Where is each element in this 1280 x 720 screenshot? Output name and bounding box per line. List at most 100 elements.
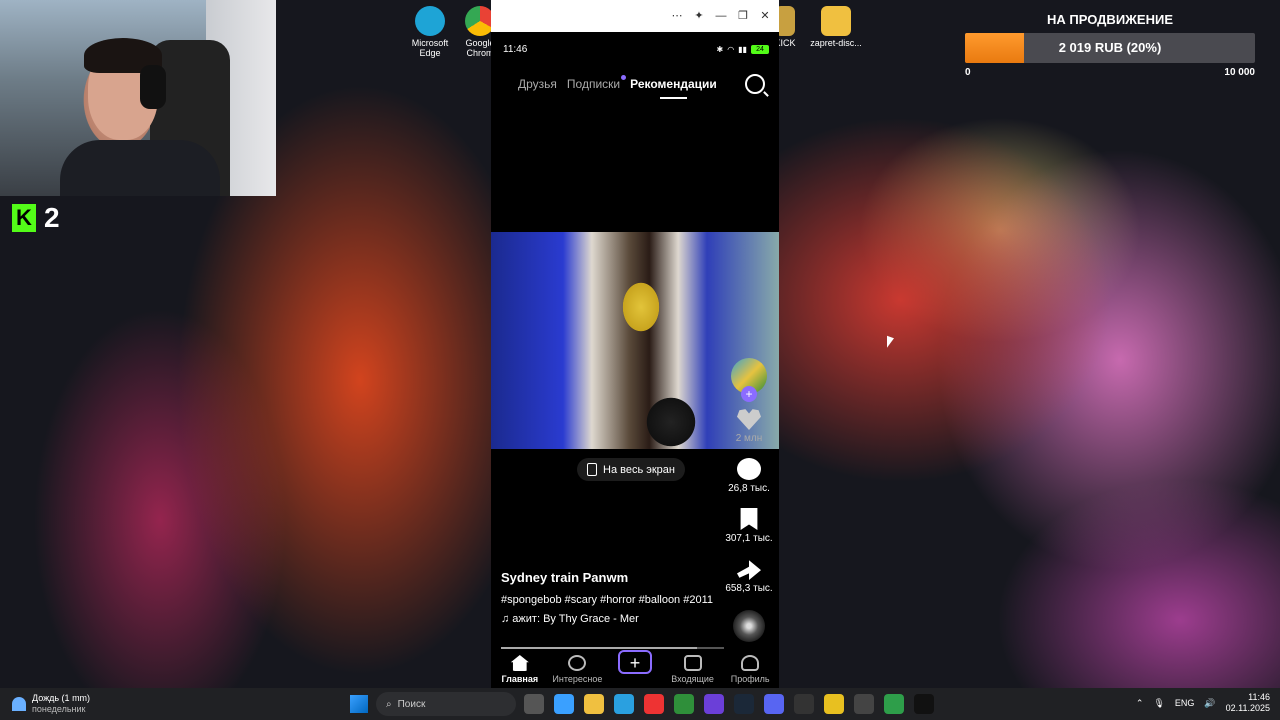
bookmark-icon	[740, 508, 758, 530]
windows-start-icon[interactable]	[350, 695, 368, 713]
share-icon	[737, 560, 761, 580]
wifi-icon: ◠	[727, 44, 735, 54]
donation-amount: 2 019 RUB (20%)	[1058, 40, 1162, 55]
plus-icon: +	[617, 650, 652, 674]
notification-dot	[621, 75, 627, 80]
taskbar-app-icon[interactable]	[794, 694, 814, 714]
pin-button[interactable]: ✦	[691, 8, 707, 24]
phone-mirror-window: ⋯ ✦ — ❐ ✕ 11:46 ✱ ◠ ▮▮ 24 Друзья Подписк…	[491, 0, 779, 688]
weather-day: понедельник	[32, 704, 86, 714]
signal-icon: ▮▮	[738, 44, 747, 54]
language-indicator[interactable]: ENG	[1175, 698, 1195, 708]
tab-recommendations[interactable]: Рекомендации	[630, 77, 717, 99]
viewer-count: 2	[44, 202, 60, 233]
inbox-icon	[683, 655, 702, 671]
search-icon[interactable]	[745, 74, 765, 94]
minimize-button[interactable]: —	[713, 8, 729, 24]
taskbar-app-icon[interactable]	[914, 694, 934, 714]
taskbar-app-icon[interactable]	[734, 694, 754, 714]
taskbar-app-icon[interactable]	[884, 694, 904, 714]
donation-progress-bar: 2 019 RUB (20%)	[965, 33, 1255, 63]
umbrella-icon	[12, 697, 26, 711]
taskbar-search[interactable]: ⌕ Поиск	[376, 692, 516, 716]
clock-date: 02.11.2025	[1225, 703, 1270, 713]
webcam-overlay	[0, 0, 276, 196]
more-options-button[interactable]: ⋯	[669, 8, 685, 24]
weather-widget[interactable]: Дождь (1 mm) понедельник	[12, 693, 90, 715]
music-disc-icon[interactable]	[733, 610, 765, 642]
weather-condition: Дождь (1 mm)	[32, 693, 91, 703]
desktop-icon-edge[interactable]: Microsoft Edge	[403, 6, 457, 58]
chevron-up-icon[interactable]: ⌃	[1136, 698, 1144, 709]
comment-icon	[737, 458, 761, 480]
like-count: 2 млн	[735, 433, 763, 444]
tab-following[interactable]: Подписки	[566, 75, 627, 91]
save-action[interactable]: 307,1 тыс.	[725, 508, 773, 544]
status-icons: ✱ ◠ ▮▮ 24	[717, 44, 769, 54]
search-icon: ⌕	[386, 698, 392, 710]
microphone-icon[interactable]: 🎙	[1153, 698, 1164, 709]
clock-time: 11:46	[1248, 692, 1270, 702]
edge-icon	[415, 6, 445, 36]
bottom-nav: Главная Интересное + Входящие Профиль	[491, 644, 779, 688]
taskbar-app-icon[interactable]	[674, 694, 694, 714]
taskbar-center: ⌕ Поиск	[350, 692, 934, 716]
battery-icon: 24	[751, 44, 769, 54]
taskbar-app-icon[interactable]	[524, 694, 544, 714]
like-action[interactable]: 2 млн	[725, 408, 773, 444]
follow-plus-icon[interactable]: +	[741, 386, 757, 402]
system-tray: ⌃ 🎙 ENG 🔊 11:46 02.11.2025	[1136, 692, 1270, 714]
taskbar-app-icon[interactable]	[824, 694, 844, 714]
fullscreen-button[interactable]: На весь экран	[577, 458, 685, 481]
taskbar-app-icon[interactable]	[614, 694, 634, 714]
creator-avatar[interactable]: +	[731, 358, 767, 402]
nav-discover[interactable]: Интересное	[549, 655, 605, 684]
phone-status-bar: 11:46 ✱ ◠ ▮▮ 24	[491, 32, 779, 66]
taskbar-app-icon[interactable]	[764, 694, 784, 714]
kick-logo-icon: K	[12, 204, 36, 232]
share-count: 658,3 тыс.	[725, 583, 773, 594]
tab-following-label: Подписки	[566, 77, 621, 91]
taskbar-app-icon[interactable]	[854, 694, 874, 714]
nav-home[interactable]: Главная	[492, 655, 548, 684]
comment-action[interactable]: 26,8 тыс.	[725, 458, 773, 494]
close-button[interactable]: ✕	[757, 8, 773, 24]
save-count: 307,1 тыс.	[725, 533, 773, 544]
taskbar-app-icon[interactable]	[704, 694, 724, 714]
profile-icon	[741, 655, 760, 671]
taskbar-app-icon[interactable]	[554, 694, 574, 714]
video-caption: Sydney train Panwm #spongebob #scary #ho…	[501, 570, 721, 625]
nav-profile[interactable]: Профиль	[722, 655, 778, 684]
headset-icon	[140, 65, 166, 109]
folder-icon	[821, 6, 851, 36]
desktop-icon-label: Microsoft Edge	[411, 38, 449, 58]
speaker-icon[interactable]: 🔊	[1204, 698, 1215, 709]
nav-home-label: Главная	[501, 674, 539, 684]
taskbar-app-icon[interactable]	[644, 694, 664, 714]
desktop-icon-zapret[interactable]: zapret-disc...	[808, 6, 864, 48]
nav-inbox[interactable]: Входящие	[665, 655, 721, 684]
comment-count: 26,8 тыс.	[728, 483, 770, 494]
share-action[interactable]: 658,3 тыс.	[725, 558, 773, 594]
taskbar-app-icon[interactable]	[584, 694, 604, 714]
nav-create[interactable]: +	[607, 650, 663, 684]
donation-title: НА ПРОДВИЖЕНИЕ	[1047, 12, 1173, 27]
donation-goal-widget: НА ПРОДВИЖЕНИЕ 2 019 RUB (20%) 0 10 000	[965, 12, 1255, 78]
desktop-icon-label: zapret-disc...	[810, 38, 862, 48]
taskbar-clock[interactable]: 11:46 02.11.2025	[1226, 692, 1270, 714]
video-title[interactable]: Sydney train Panwm	[501, 570, 721, 585]
feed-tabs: Друзья Подписки Рекомендации	[491, 66, 779, 102]
kick-viewer-badge: K 2	[12, 202, 60, 234]
nav-discover-label: Интересное	[552, 674, 603, 684]
compass-icon	[568, 655, 587, 671]
maximize-button[interactable]: ❐	[735, 8, 751, 24]
nav-profile-label: Профиль	[730, 674, 770, 684]
tab-friends[interactable]: Друзья	[518, 77, 557, 91]
video-actions: + 2 млн 26,8 тыс. 307,1 тыс. 658,3 тыс.	[725, 358, 773, 642]
video-hashtags[interactable]: #spongebob #scary #horror #balloon #2011	[501, 593, 721, 608]
donation-max: 10 000	[1224, 67, 1255, 78]
donation-scale: 0 10 000	[965, 67, 1255, 78]
video-music[interactable]: ♫ ажит: By Thy Grace - Mer	[501, 613, 721, 625]
status-time: 11:46	[503, 43, 528, 55]
window-titlebar: ⋯ ✦ — ❐ ✕	[491, 0, 779, 32]
